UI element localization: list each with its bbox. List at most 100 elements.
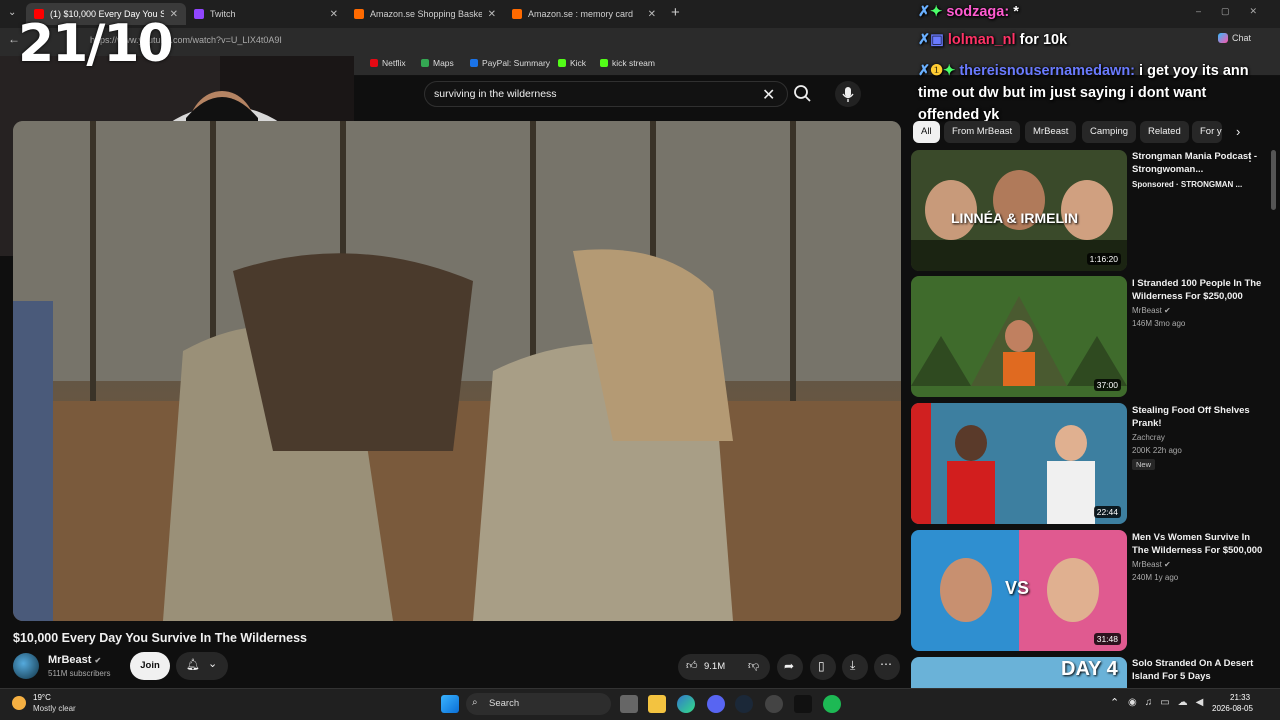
chat-user: thereisnousernamedawn: bbox=[959, 63, 1136, 79]
new-tab-button[interactable]: + bbox=[671, 4, 680, 21]
paypal-icon bbox=[470, 59, 478, 67]
share-icon: ➦ bbox=[784, 659, 795, 673]
windows-start-icon[interactable] bbox=[441, 695, 459, 713]
more-icon[interactable]: ⋮ bbox=[1244, 150, 1256, 164]
obs-icon[interactable] bbox=[765, 695, 783, 713]
rec-title[interactable]: Solo Stranded On A Desert Island For 5 D… bbox=[1132, 657, 1264, 683]
verified-icon: ✔ bbox=[1164, 306, 1171, 315]
chevron-up-icon[interactable]: ⌃ bbox=[1110, 696, 1119, 709]
channel-name-text: MrBeast bbox=[48, 654, 92, 666]
rec-thumbnail[interactable]: 37:00 bbox=[911, 276, 1127, 397]
bookmark-label: Kick bbox=[570, 58, 587, 68]
download-icon: ⤓ bbox=[850, 658, 856, 672]
address-bar[interactable]: https://www.youtube.com/watch?v=U_LIX4t0… bbox=[90, 31, 790, 49]
rec-title[interactable]: Stealing Food Off Shelves Prank! bbox=[1132, 404, 1264, 430]
new-badge: New bbox=[1132, 459, 1156, 470]
weather-icon bbox=[12, 696, 26, 710]
rec-thumbnail[interactable]: VS 31:48 bbox=[911, 530, 1127, 651]
weather-temperature[interactable]: 19°C bbox=[33, 693, 51, 702]
join-button[interactable]: Join bbox=[130, 652, 170, 680]
rec-channel: MrBeast ✔ bbox=[1132, 306, 1171, 315]
spotify-icon[interactable] bbox=[823, 695, 841, 713]
kick-icon bbox=[558, 59, 566, 67]
channel-name[interactable]: MrBeast ✔ bbox=[48, 654, 101, 666]
chip-related[interactable]: Related bbox=[1140, 121, 1189, 143]
bell-icon: 🔔︎ bbox=[186, 659, 200, 671]
taskbar-search[interactable] bbox=[466, 693, 611, 715]
chip-for-you[interactable]: For y bbox=[1192, 121, 1222, 143]
rec-thumbnail[interactable]: DAY 4 bbox=[911, 657, 1127, 688]
maps-icon bbox=[421, 59, 429, 67]
chat-button[interactable]: Chat bbox=[1218, 33, 1251, 43]
bookmark-kick[interactable]: Kick bbox=[558, 58, 586, 68]
duration-badge: 31:48 bbox=[1093, 633, 1121, 645]
taskbar-search-label: Search bbox=[489, 698, 520, 709]
chip-mrbeast[interactable]: MrBeast bbox=[1025, 121, 1077, 143]
rec-thumbnail[interactable]: 22:44 bbox=[911, 403, 1127, 524]
save-button[interactable]: ▯ bbox=[810, 654, 836, 680]
file-explorer-icon[interactable] bbox=[648, 695, 666, 713]
search-button[interactable] bbox=[790, 81, 816, 107]
close-icon[interactable]: ✕ bbox=[488, 9, 496, 20]
duration-badge: 37:00 bbox=[1093, 379, 1121, 391]
tab-label: Twitch bbox=[210, 9, 236, 19]
notification-button[interactable]: 🔔︎ ⌄ bbox=[176, 652, 228, 680]
rec-channel: Zachcray bbox=[1132, 433, 1165, 442]
close-icon[interactable]: ✕ bbox=[762, 85, 775, 105]
bookmark-paypal[interactable]: PayPal: Summary bbox=[470, 58, 550, 68]
warning-icon: ❶ bbox=[930, 63, 944, 79]
duration-badge: 22:44 bbox=[1093, 506, 1121, 518]
bookmark-label: PayPal: Summary bbox=[482, 58, 551, 68]
chevron-right-icon[interactable]: › bbox=[1236, 124, 1240, 139]
chat-user: sodzaga: bbox=[946, 4, 1010, 20]
more-icon: ⋯ bbox=[880, 657, 892, 671]
chat-message: * bbox=[1013, 4, 1019, 20]
tab-twitch[interactable]: Twitch ✕ bbox=[186, 3, 346, 25]
bookmark-label: kick stream bbox=[612, 58, 655, 68]
bookmark-netflix[interactable]: Netflix bbox=[370, 58, 406, 68]
clock-date[interactable]: 2026-08-05 bbox=[1212, 704, 1253, 713]
rec-title[interactable]: Men Vs Women Survive In The Wilderness F… bbox=[1132, 531, 1264, 557]
steam-icon[interactable] bbox=[735, 695, 753, 713]
app-icon[interactable] bbox=[794, 695, 812, 713]
thumbs-down-icon[interactable]: 👎︎ bbox=[748, 659, 759, 672]
chat-line: ✗▣ lolman_nl for 10k bbox=[918, 32, 1067, 48]
system-tray-icons[interactable]: ◉♫▭☁◀ bbox=[1128, 697, 1211, 708]
chat-user: lolman_nl bbox=[947, 32, 1016, 48]
voice-search-button[interactable] bbox=[835, 81, 861, 107]
edge-icon[interactable] bbox=[677, 695, 695, 713]
download-button[interactable]: ⤓ bbox=[842, 654, 868, 680]
rec-title[interactable]: I Stranded 100 People In The Wilderness … bbox=[1132, 277, 1264, 303]
chip-all[interactable]: All bbox=[913, 121, 940, 143]
chip-from-mrbeast[interactable]: From MrBeast bbox=[944, 121, 1021, 143]
chip-camping[interactable]: Camping bbox=[1082, 121, 1137, 143]
rec-thumbnail[interactable]: LINNÉA & IRMELIN 1:16:20 bbox=[911, 150, 1127, 271]
chevron-down-icon: ⌄ bbox=[208, 658, 218, 670]
chat-message: i get yoy its ann bbox=[1139, 63, 1249, 79]
tab-amazon-memory-card[interactable]: Amazon.se : memory card ✕ bbox=[504, 3, 664, 25]
channel-avatar[interactable] bbox=[13, 653, 39, 679]
tab-list-icon[interactable]: ⌄ bbox=[8, 7, 16, 18]
kick-icon bbox=[600, 59, 608, 67]
share-button[interactable]: ➦ bbox=[777, 654, 803, 680]
close-icon[interactable]: ✕ bbox=[648, 9, 656, 20]
scrollbar[interactable] bbox=[1271, 150, 1276, 210]
video-player[interactable] bbox=[13, 121, 901, 621]
more-actions-button[interactable]: ⋯ bbox=[874, 654, 900, 680]
copilot-icon bbox=[1218, 33, 1228, 43]
tab-amazon-basket[interactable]: Amazon.se Shopping Basket ✕ bbox=[346, 3, 504, 25]
bookmark-icon: ▯ bbox=[818, 659, 825, 673]
window-controls[interactable]: –▢✕ bbox=[1196, 6, 1277, 17]
search-input[interactable]: surviving in the wilderness bbox=[434, 88, 557, 100]
sparkle-icon: ✦ bbox=[943, 63, 956, 79]
search-icon bbox=[794, 85, 811, 102]
tab-label: Amazon.se : memory card bbox=[528, 9, 634, 19]
bookmark-kick-stream[interactable]: kick stream bbox=[600, 58, 655, 68]
task-view-icon[interactable] bbox=[620, 695, 638, 713]
like-count: 9.1M bbox=[704, 661, 726, 672]
discord-icon[interactable] bbox=[707, 695, 725, 713]
close-icon[interactable]: ✕ bbox=[330, 9, 338, 20]
bookmark-maps[interactable]: Maps bbox=[421, 58, 454, 68]
clock-time[interactable]: 21:33 bbox=[1230, 693, 1250, 702]
rec-channel: MrBeast ✔ bbox=[1132, 560, 1171, 569]
